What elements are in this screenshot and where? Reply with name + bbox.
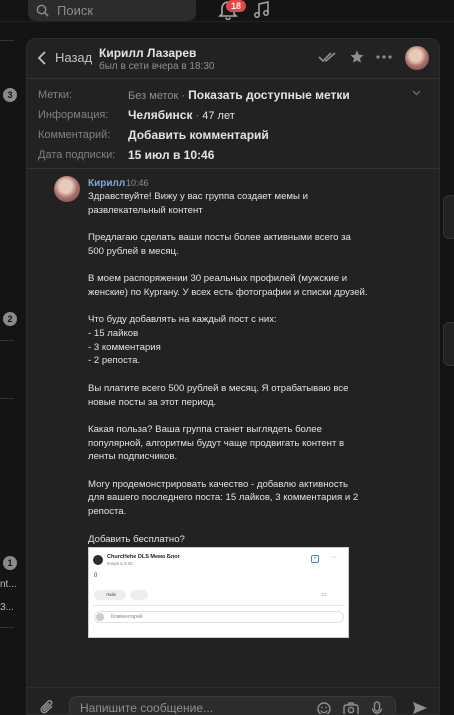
star-icon[interactable] — [350, 50, 364, 64]
like-label: Лайк — [106, 592, 116, 597]
search-input[interactable]: Поиск — [28, 0, 196, 21]
chat-snippet[interactable]: 3... — [0, 602, 14, 613]
unread-badge[interactable]: 3 — [3, 88, 17, 102]
left-sidebar: 3 2 1 nt... 3... — [0, 22, 22, 715]
user-name[interactable]: Кирилл Лазарев — [99, 46, 196, 60]
chevron-down-icon[interactable] — [412, 90, 421, 96]
side-tab[interactable] — [443, 195, 454, 239]
about-value: Челябинск · 47 лет — [128, 108, 235, 122]
comment-value: Добавить комментарий — [128, 128, 269, 142]
post-date: вчера в 3:35 — [107, 561, 133, 566]
tags-row: Метки: Без меток · Показать доступные ме… — [38, 87, 418, 103]
right-edge — [440, 22, 454, 715]
comment-row: Комментарий: Добавить комментарий — [38, 127, 418, 143]
about-label: Информация: — [38, 109, 109, 121]
chat-info: Метки: Без меток · Показать доступные ме… — [27, 80, 439, 168]
city: Челябинск — [128, 108, 193, 122]
user-status: был в сети вчера в 18:30 — [99, 61, 215, 72]
unread-badge[interactable]: 1 — [3, 556, 17, 570]
more-icon[interactable] — [376, 55, 392, 59]
top-bar: Поиск 18 — [0, 0, 454, 22]
message-text: Здравствуйте! Вижу у вас группа создает … — [88, 191, 368, 545]
microphone-icon[interactable] — [371, 701, 383, 715]
post-text: 0 — [94, 573, 98, 579]
back-label: Назад — [55, 50, 93, 65]
divider — [93, 605, 345, 606]
subscribed-row: Дата подписки: 15 июл в 10:46 — [38, 147, 418, 163]
subscribed-date: 15 июл в 10:46 — [128, 148, 215, 162]
like-button: Лайк — [94, 590, 126, 600]
more-icon: ··· — [330, 554, 337, 561]
group-avatar — [93, 555, 103, 565]
avatar[interactable] — [405, 46, 429, 70]
chat-panel: Назад Кирилл Лазарев был в сети вчера в … — [26, 38, 440, 715]
subscribed-label: Дата подписки: — [38, 149, 116, 161]
divider — [0, 627, 14, 628]
divider — [0, 398, 14, 399]
attached-image[interactable]: ChurcHehe DLS Мемо Блог вчера в 3:35 + ·… — [88, 547, 349, 638]
tags-label: Метки: — [38, 89, 73, 101]
views-count: 13 — [321, 592, 327, 597]
search-icon — [36, 4, 49, 17]
unread-badge[interactable]: 2 — [3, 312, 17, 326]
share-button — [130, 590, 148, 600]
double-check-icon[interactable] — [318, 51, 338, 63]
message-avatar[interactable] — [54, 176, 80, 202]
music-icon[interactable] — [253, 1, 271, 19]
tags-value: Без меток · Показать доступные метки — [128, 88, 350, 102]
about-row: Информация: Челябинск · 47 лет — [38, 107, 418, 123]
chevron-left-icon — [37, 50, 46, 65]
message-author[interactable]: Кирилл — [88, 178, 125, 189]
header-actions — [318, 50, 392, 64]
side-tab[interactable] — [443, 322, 454, 366]
chat-snippet[interactable]: nt... — [0, 579, 17, 590]
chat-header: Назад Кирилл Лазарев был в сети вчера в … — [27, 39, 439, 79]
show-tags-link[interactable]: Показать доступные метки — [188, 88, 350, 102]
group-name: ChurcHehe DLS Мемо Блог — [107, 554, 180, 560]
comment-field: Комментарий — [94, 611, 344, 623]
divider — [0, 40, 14, 41]
search-placeholder: Поиск — [57, 3, 94, 18]
age: 47 лет — [202, 110, 235, 122]
back-button[interactable]: Назад — [37, 50, 92, 65]
paperclip-icon[interactable] — [39, 699, 57, 715]
tags-none: Без меток — [128, 90, 179, 102]
message-composer: Напишите сообщение... — [27, 687, 439, 715]
divider — [0, 340, 14, 341]
divider — [27, 168, 439, 169]
add-comment-link[interactable]: Добавить комментарий — [128, 128, 269, 142]
add-icon: + — [311, 555, 319, 563]
send-icon[interactable] — [412, 700, 428, 715]
smile-icon[interactable] — [317, 702, 331, 715]
comment-label: Комментарий: — [38, 129, 111, 141]
message-time: 10:46 — [126, 178, 149, 188]
separator-dot: · — [192, 110, 203, 122]
camera-icon[interactable] — [343, 702, 359, 715]
subscribed-value: 15 июл в 10:46 — [128, 148, 214, 162]
notifications-badge: 18 — [226, 0, 246, 12]
